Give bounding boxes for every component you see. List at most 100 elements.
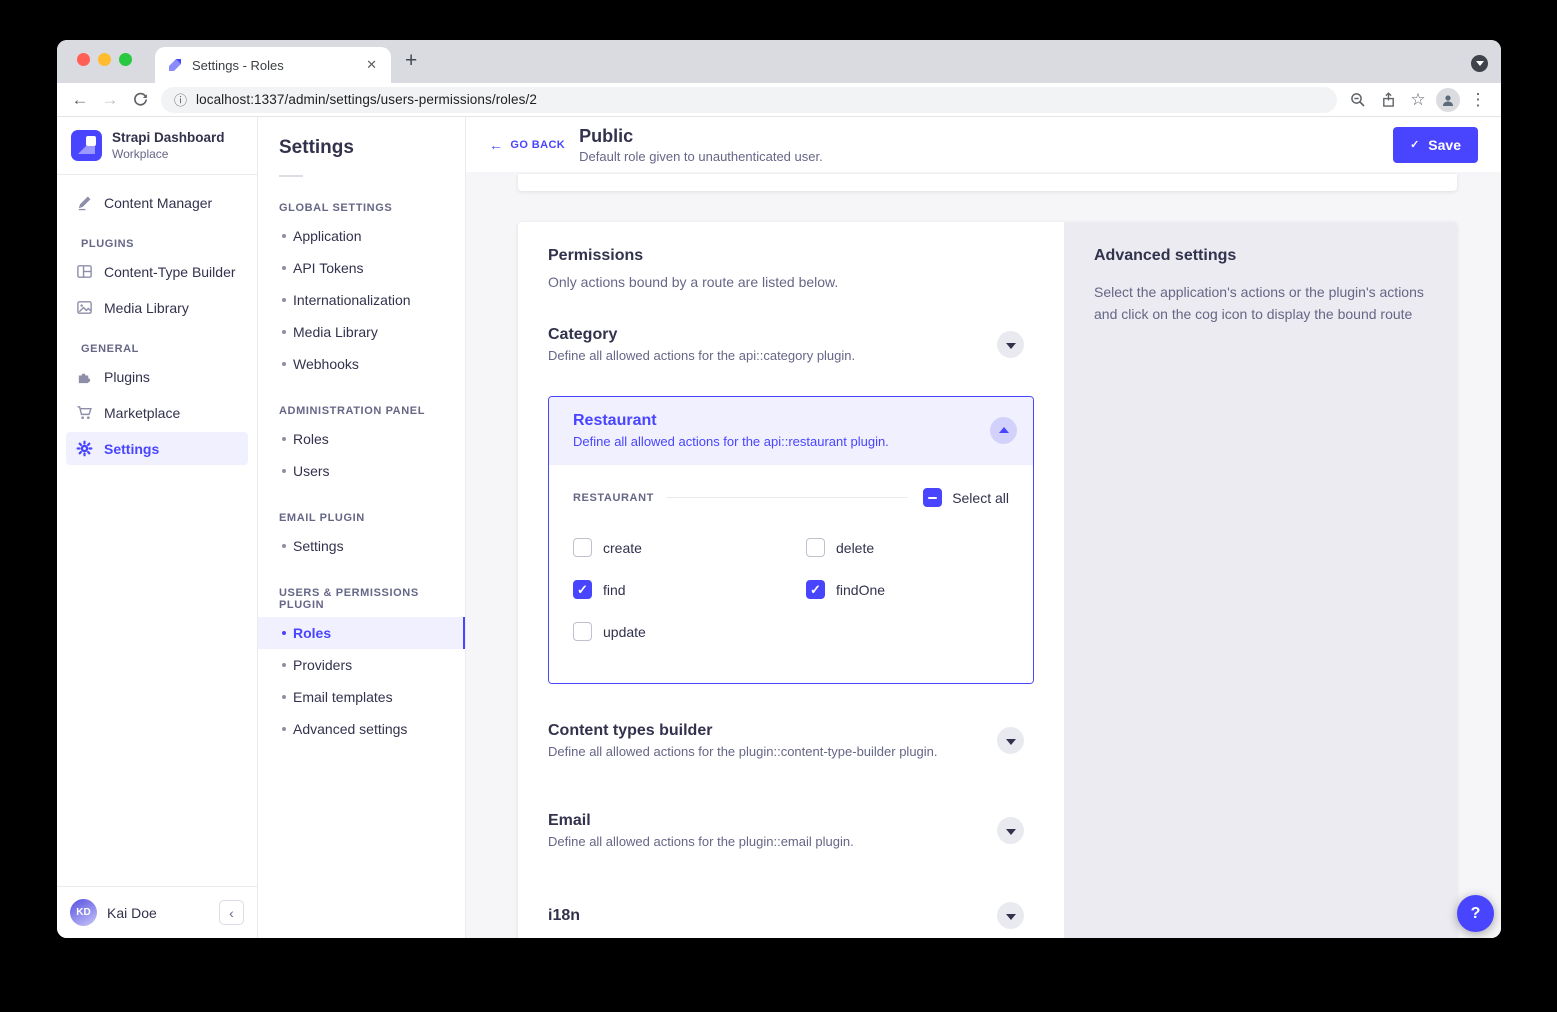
page-subtitle: Default role given to unauthenticated us… <box>579 149 823 164</box>
subnav-item-label: Advanced settings <box>293 721 407 737</box>
accordion-title: Content types builder <box>548 722 938 740</box>
zoom-out-indicator-icon[interactable] <box>1343 86 1373 114</box>
update-checkbox[interactable] <box>573 622 592 641</box>
app-name: Strapi Dashboard <box>112 130 225 145</box>
go-back-link[interactable]: ← GO BACK <box>489 137 565 153</box>
expand-toggle-button[interactable] <box>997 331 1024 358</box>
address-bar[interactable]: ⓘ localhost:1337/admin/settings/users-pe… <box>161 87 1337 113</box>
accordion-subtitle: Define all allowed actions for the api::… <box>573 434 889 449</box>
main-content: ← GO BACK Public Default role given to u… <box>466 117 1501 938</box>
reload-icon <box>133 92 148 107</box>
sidebar-section-general: GENERAL <box>81 343 257 355</box>
action-create[interactable]: create <box>573 538 806 557</box>
maximize-window-button[interactable] <box>119 53 132 66</box>
subnav-item-admin-roles[interactable]: Roles <box>258 423 465 455</box>
subnav-section-users-permissions-plugin: USERS & PERMISSIONS PLUGIN <box>279 587 465 611</box>
new-tab-button[interactable]: + <box>405 49 417 73</box>
back-button[interactable]: ← <box>65 86 95 114</box>
sidebar-item-plugins[interactable]: Plugins <box>66 360 248 393</box>
action-update[interactable]: update <box>573 622 806 641</box>
minimize-window-button[interactable] <box>98 53 111 66</box>
subnav-item-advanced-settings[interactable]: Advanced settings <box>258 713 465 745</box>
save-button[interactable]: ✓ Save <box>1393 127 1478 163</box>
permissions-panel: Permissions Only actions bound by a rout… <box>518 222 1064 938</box>
sidebar-item-settings[interactable]: Settings <box>66 432 248 465</box>
select-all-control[interactable]: Select all <box>923 488 1009 507</box>
reload-button[interactable] <box>125 86 155 114</box>
findone-checkbox[interactable] <box>806 580 825 599</box>
share-button[interactable] <box>1373 86 1403 114</box>
action-label: delete <box>836 540 874 556</box>
main-sidebar: Strapi Dashboard Workplace Content Manag… <box>57 117 258 938</box>
subnav-item-label: Application <box>293 228 362 244</box>
sidebar-item-marketplace[interactable]: Marketplace <box>66 396 248 429</box>
actions-grid: create delete find <box>573 538 1009 641</box>
settings-subnav: Settings GLOBAL SETTINGS Application API… <box>258 117 466 938</box>
advanced-settings-panel: Advanced settings Select the application… <box>1064 222 1457 938</box>
delete-checkbox[interactable] <box>806 538 825 557</box>
sidebar-item-media-library[interactable]: Media Library <box>66 291 248 324</box>
accordion-category[interactable]: Category Define all allowed actions for … <box>548 326 1034 363</box>
expand-toggle-button[interactable] <box>997 902 1024 929</box>
site-info-icon[interactable]: ⓘ <box>174 90 187 109</box>
subnav-title: Settings <box>279 137 465 159</box>
accordion-i18n[interactable]: i18n <box>548 902 1034 929</box>
bookmark-star-button[interactable]: ☆ <box>1403 86 1433 114</box>
browser-toolbar: ← → ⓘ localhost:1337/admin/settings/user… <box>57 83 1501 117</box>
create-checkbox[interactable] <box>573 538 592 557</box>
bullet-icon <box>282 469 286 473</box>
expand-toggle-button[interactable] <box>997 727 1024 754</box>
subnav-item-application[interactable]: Application <box>258 220 465 252</box>
accordion-restaurant-header[interactable]: Restaurant Define all allowed actions fo… <box>549 397 1033 465</box>
accordion-content-types-builder[interactable]: Content types builder Define all allowed… <box>548 722 1034 759</box>
action-label: update <box>603 624 646 640</box>
action-find[interactable]: find <box>573 580 806 599</box>
subnav-item-label: Settings <box>293 538 344 554</box>
subnav-item-admin-users[interactable]: Users <box>258 455 465 487</box>
browser-tab[interactable]: Settings - Roles ✕ <box>155 47 391 83</box>
find-checkbox[interactable] <box>573 580 592 599</box>
subnav-item-media-library[interactable]: Media Library <box>258 316 465 348</box>
close-window-button[interactable] <box>77 53 90 66</box>
user-profile-row[interactable]: KD Kai Doe ‹ <box>57 887 257 938</box>
action-findone[interactable]: findOne <box>806 580 1009 599</box>
sidebar-item-content-manager[interactable]: Content Manager <box>66 186 248 219</box>
accordion-email[interactable]: Email Define all allowed actions for the… <box>548 812 1034 849</box>
action-label: findOne <box>836 582 885 598</box>
check-icon: ✓ <box>1410 138 1419 151</box>
help-button[interactable]: ? <box>1457 895 1494 932</box>
strapi-admin: Strapi Dashboard Workplace Content Manag… <box>57 117 1501 938</box>
chevron-down-icon <box>1006 829 1016 835</box>
forward-button[interactable]: → <box>95 86 125 114</box>
subnav-item-up-roles[interactable]: Roles <box>258 617 465 649</box>
accordion-subtitle: Define all allowed actions for the plugi… <box>548 834 854 849</box>
collapse-sidebar-button[interactable]: ‹ <box>219 900 244 925</box>
tab-search-button[interactable] <box>1471 55 1488 72</box>
subnav-item-internationalization[interactable]: Internationalization <box>258 284 465 316</box>
tab-close-icon[interactable]: ✕ <box>364 55 379 75</box>
subnav-item-webhooks[interactable]: Webhooks <box>258 348 465 380</box>
action-label: create <box>603 540 642 556</box>
workspace-switcher[interactable]: Strapi Dashboard Workplace <box>57 117 257 174</box>
accordion-title: Email <box>548 812 854 830</box>
page-title: Public <box>579 126 823 147</box>
subnav-item-email-settings[interactable]: Settings <box>258 530 465 562</box>
bullet-icon <box>282 266 286 270</box>
subnav-item-label: Roles <box>293 625 331 641</box>
subnav-section-administration-panel: ADMINISTRATION PANEL <box>279 405 465 417</box>
profile-button[interactable] <box>1433 86 1463 114</box>
expand-toggle-button[interactable] <box>997 817 1024 844</box>
browser-menu-button[interactable]: ⋮ <box>1463 86 1493 114</box>
sidebar-item-content-type-builder[interactable]: Content-Type Builder <box>66 255 248 288</box>
magnifier-minus-icon <box>1350 92 1366 108</box>
subnav-item-email-templates[interactable]: Email templates <box>258 681 465 713</box>
subnav-item-label: Internationalization <box>293 292 411 308</box>
select-all-checkbox[interactable] <box>923 488 942 507</box>
window-controls <box>77 53 132 66</box>
collapse-toggle-button[interactable] <box>990 417 1017 444</box>
scroll-area[interactable]: Permissions Only actions bound by a rout… <box>466 172 1501 938</box>
action-delete[interactable]: delete <box>806 538 1009 557</box>
subnav-item-providers[interactable]: Providers <box>258 649 465 681</box>
subnav-item-api-tokens[interactable]: API Tokens <box>258 252 465 284</box>
role-details-card-bottom <box>518 174 1457 191</box>
